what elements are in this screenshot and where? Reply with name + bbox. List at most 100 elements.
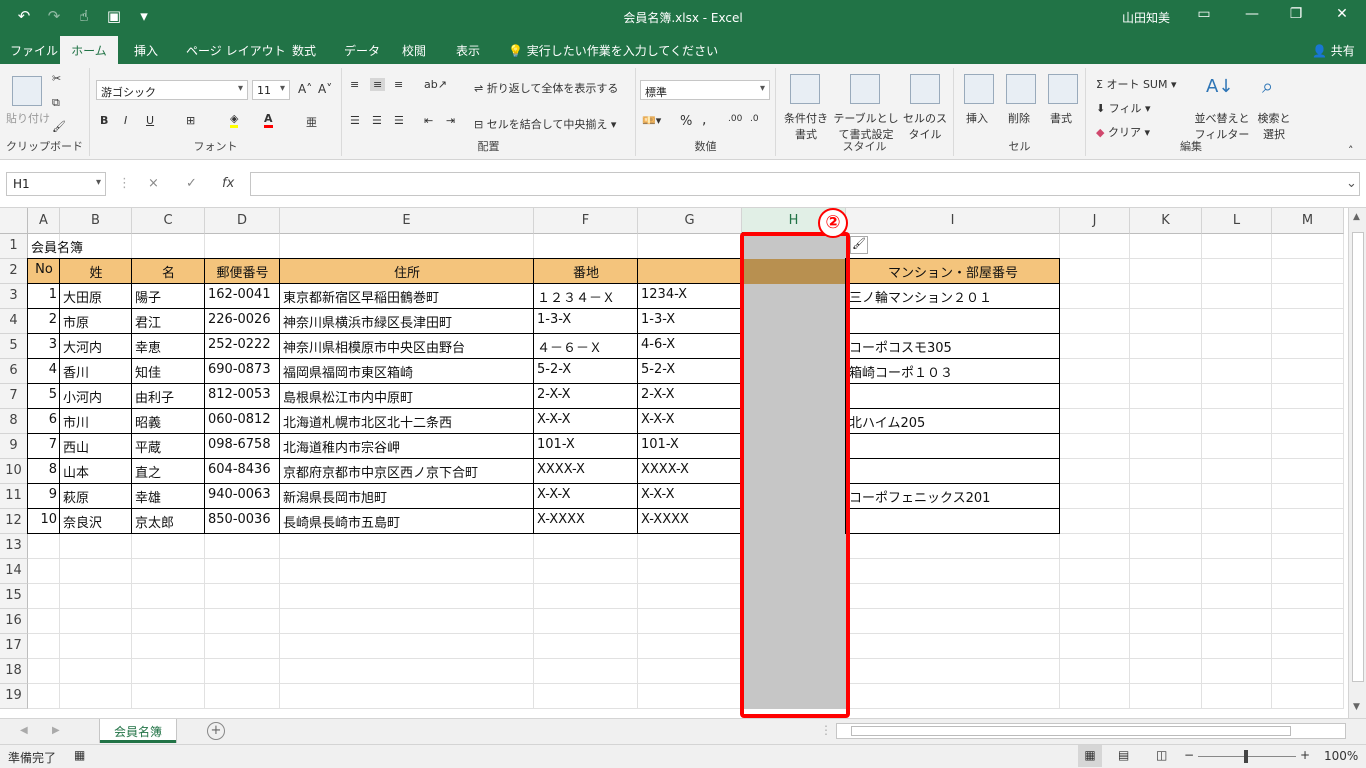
fill-color-icon[interactable]: ◈ [230, 112, 239, 128]
decrease-decimal-icon[interactable]: .0 [750, 114, 759, 124]
vertical-scrollbar[interactable]: ▲ ▼ [1348, 208, 1366, 718]
zoom-level[interactable]: 100% [1324, 749, 1358, 763]
tab-insert[interactable]: 挿入 [134, 42, 158, 59]
row-header-7[interactable]: 7 [0, 384, 28, 409]
merge-center-button[interactable]: ⊟ セルを結合して中央揃え ▾ [474, 116, 616, 132]
column-header-b[interactable]: B [60, 208, 132, 234]
number-format-select[interactable]: 標準 [640, 80, 770, 100]
row-header-6[interactable]: 6 [0, 359, 28, 384]
increase-indent-icon[interactable]: ⇥ [446, 114, 455, 127]
tab-review[interactable]: 校閲 [402, 42, 426, 59]
row-header-17[interactable]: 17 [0, 634, 28, 659]
sheet-tab-members[interactable]: 会員名簿 [100, 719, 176, 743]
align-left-icon[interactable]: ☰ [350, 114, 360, 127]
copy-icon[interactable]: ⧉ [52, 96, 60, 110]
row-header-2[interactable]: 2 [0, 259, 28, 284]
orientation-icon[interactable]: ab↗ [424, 78, 447, 91]
zoom-slider-thumb[interactable] [1244, 750, 1248, 763]
row-header-1[interactable]: 1 [0, 234, 28, 259]
vertical-scroll-thumb[interactable] [1352, 232, 1364, 682]
accounting-format-icon[interactable]: 💴▾ [642, 114, 661, 127]
paste-icon[interactable] [12, 76, 42, 106]
horizontal-scroll-thumb[interactable] [851, 726, 1291, 736]
row-header-5[interactable]: 5 [0, 334, 28, 359]
macro-record-icon[interactable]: ▦ [74, 748, 85, 762]
font-size-select[interactable]: 11 [252, 80, 290, 100]
cancel-icon[interactable]: × [148, 176, 159, 191]
decrease-indent-icon[interactable]: ⇤ [424, 114, 433, 127]
select-all-corner[interactable] [0, 208, 28, 234]
column-header-e[interactable]: E [280, 208, 534, 234]
comma-button[interactable]: , [702, 112, 706, 128]
column-header-l[interactable]: L [1202, 208, 1272, 234]
paste-options-icon[interactable]: 🖌 [850, 236, 868, 254]
enter-icon[interactable]: ✓ [186, 176, 197, 191]
column-header-i[interactable]: I [846, 208, 1060, 234]
row-header-9[interactable]: 9 [0, 434, 28, 459]
row-header-16[interactable]: 16 [0, 609, 28, 634]
font-color-icon[interactable]: A [264, 112, 273, 128]
autosum-button[interactable]: Σ オート SUM ▾ [1096, 76, 1177, 92]
align-center-icon[interactable]: ☰ [372, 114, 382, 127]
prev-sheet-icon[interactable]: ◀ [20, 725, 28, 736]
zoom-in-icon[interactable]: + [1300, 748, 1310, 762]
row-header-12[interactable]: 12 [0, 509, 28, 534]
tell-me-box[interactable]: 💡 実行したい作業を入力してください [508, 42, 718, 59]
underline-button[interactable]: U [146, 114, 154, 127]
row-header-3[interactable]: 3 [0, 284, 28, 309]
format-cells-button[interactable]: 書式 [1050, 110, 1072, 126]
cut-icon[interactable]: ✂ [52, 72, 61, 85]
formula-input[interactable] [250, 172, 1360, 196]
scroll-up-icon[interactable]: ▲ [1353, 212, 1360, 222]
row-header-19[interactable]: 19 [0, 684, 28, 709]
ribbon-display-options-icon[interactable]: ▭ [1192, 6, 1216, 22]
user-name[interactable]: 山田知美 [1122, 9, 1170, 26]
column-header-g[interactable]: G [638, 208, 742, 234]
row-header-18[interactable]: 18 [0, 659, 28, 684]
tab-page-layout[interactable]: ページ レイアウト [186, 42, 286, 59]
tab-splitter-icon[interactable]: ⋮ [820, 723, 832, 737]
align-bottom-icon[interactable]: ≡ [394, 78, 403, 91]
row-header-11[interactable]: 11 [0, 484, 28, 509]
wrap-text-button[interactable]: ⇌ 折り返して全体を表示する [474, 80, 618, 96]
row-header-8[interactable]: 8 [0, 409, 28, 434]
align-right-icon[interactable]: ☰ [394, 114, 404, 127]
column-header-a[interactable]: A [28, 208, 60, 234]
increase-font-icon[interactable]: A˄ [298, 82, 312, 96]
align-middle-icon[interactable]: ≡ [370, 78, 386, 91]
row-header-15[interactable]: 15 [0, 584, 28, 609]
sheet-title-cell[interactable]: 会員名簿 [28, 234, 228, 259]
tab-formulas[interactable]: 数式 [292, 42, 316, 59]
font-name-select[interactable]: 游ゴシック [96, 80, 248, 100]
percent-button[interactable]: % [680, 114, 692, 129]
page-break-view-icon[interactable]: ◫ [1156, 748, 1167, 762]
tab-home[interactable]: ホーム [60, 36, 118, 64]
fill-button[interactable]: ⬇ フィル ▾ [1096, 100, 1151, 116]
expand-formula-icon[interactable]: ⌄ [1346, 176, 1357, 191]
tab-data[interactable]: データ [344, 42, 380, 59]
column-header-j[interactable]: J [1060, 208, 1130, 234]
paste-button[interactable]: 貼り付け [6, 110, 50, 126]
next-sheet-icon[interactable]: ▶ [52, 725, 60, 736]
increase-decimal-icon[interactable]: .00 [728, 114, 742, 124]
column-header-f[interactable]: F [534, 208, 638, 234]
phonetic-icon[interactable]: 亜 [306, 114, 317, 130]
share-button[interactable]: 👤 共有 [1312, 42, 1355, 59]
close-icon[interactable]: ✕ [1330, 6, 1354, 22]
bold-button[interactable]: B [100, 114, 108, 127]
scroll-down-icon[interactable]: ▼ [1353, 702, 1360, 712]
delete-cells-button[interactable]: 削除 [1008, 110, 1030, 126]
row-header-14[interactable]: 14 [0, 559, 28, 584]
normal-view-icon[interactable]: ▦ [1078, 745, 1102, 767]
add-sheet-icon[interactable]: + [207, 722, 225, 740]
column-header-d[interactable]: D [205, 208, 280, 234]
horizontal-scrollbar[interactable] [836, 723, 1346, 739]
zoom-out-icon[interactable]: − [1184, 748, 1194, 762]
insert-cells-button[interactable]: 挿入 [966, 110, 988, 126]
spreadsheet-grid[interactable]: ABCDEFGHIJKLM 1 2 3 4 5 6 7 8 9 10 11 12 13 14 15 16 17 1… [0, 208, 1366, 718]
column-header-c[interactable]: C [132, 208, 205, 234]
collapse-ribbon-icon[interactable]: ˄ [1348, 144, 1354, 157]
column-header-k[interactable]: K [1130, 208, 1202, 234]
format-painter-icon[interactable]: 🖌 [52, 120, 66, 133]
borders-icon[interactable]: ⊞ [186, 114, 195, 127]
